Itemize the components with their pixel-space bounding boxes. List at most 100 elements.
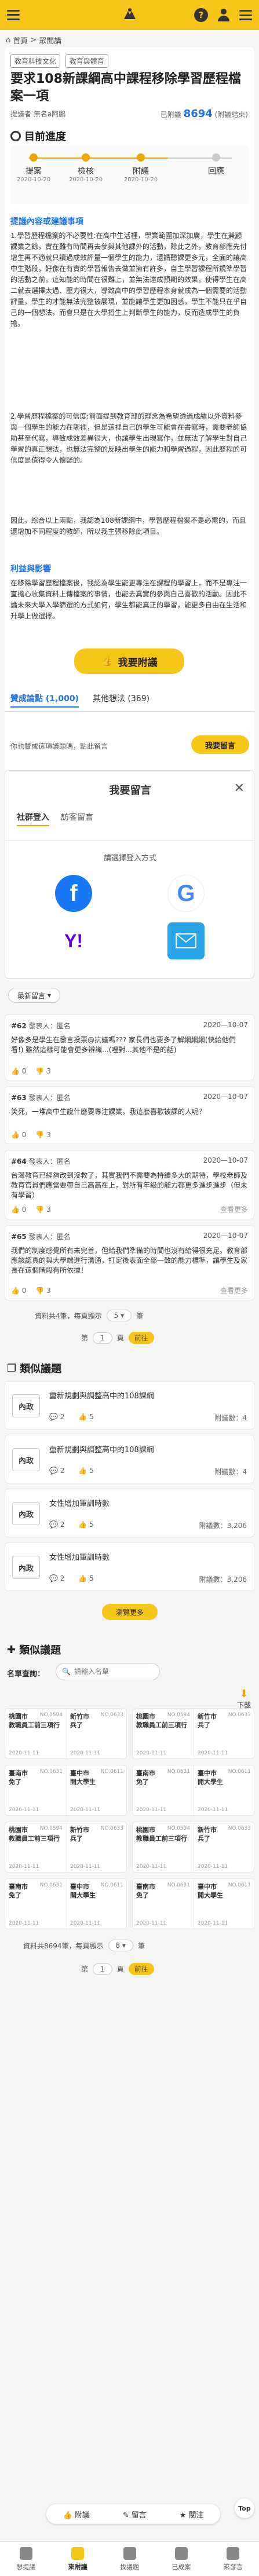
browse-more-button[interactable]: 瀏覽更多: [102, 1604, 158, 1620]
search-input[interactable]: [74, 1668, 149, 1676]
help-icon[interactable]: ?: [194, 8, 208, 22]
hamburger-icon[interactable]: [7, 9, 20, 21]
benefit-paragraph: 在移除學習歷程檔案後，我認為學生能更專注在課程的學習上，而不是專注一直擔心收集資…: [10, 579, 247, 620]
thumb-down-icon[interactable]: 👎 3: [35, 1287, 50, 1295]
similar-card[interactable]: 臺南市 免了 NO.0631 2020-11-11 臺中市 開大學生 NO.0611 2020…: [132, 1878, 254, 1930]
related-item[interactable]: 內政 女性增加軍訓時數 💬 2 👍 5 附議數：3,206: [5, 1542, 254, 1591]
card-number: NO.0633: [100, 1712, 123, 1718]
home-icon[interactable]: ⌂: [6, 36, 10, 45]
go-button[interactable]: 前往: [128, 1332, 154, 1344]
thumb-up-icon[interactable]: 👍 0: [11, 1205, 26, 1214]
category-tag: 內政: [12, 1502, 40, 1525]
tab-agree[interactable]: 贊成論點 (1,000): [10, 692, 79, 708]
search-field[interactable]: 🔍: [56, 1663, 160, 1680]
comment-card: #63 發表人：匿名 2020—10-07 笑死，一堆高中生說什麼要專注課業，我…: [5, 1086, 254, 1144]
go-button[interactable]: 前往: [128, 1963, 154, 1975]
login-tabs: 社群登入 訪客留言: [17, 811, 93, 826]
divider: [5, 711, 254, 712]
per-page-value: 5: [114, 1311, 119, 1320]
comment-action[interactable]: ✎ 留言: [123, 2509, 147, 2520]
related-item[interactable]: 內政 女性增加軍訓時數 💬 2 👍 5 附議數：3,206: [5, 1489, 254, 1537]
see-more-link[interactable]: 查看更多: [220, 1285, 248, 1295]
see-more-link[interactable]: 查看更多: [220, 1204, 248, 1214]
related-item[interactable]: 內政 重新規劃與調整高中的108課綱 💬 2 👍 5 附議數：4: [5, 1381, 254, 1430]
attach-action[interactable]: 👍 附議: [63, 2509, 89, 2520]
pager-total: 資料共4筆，每頁顯示: [35, 1311, 102, 1320]
sort-select[interactable]: 最新留言 ▾: [8, 988, 60, 1003]
related-item[interactable]: 內政 重新規劃與調整高中的108課綱 💬 2 👍 5 附議數：4: [5, 1435, 254, 1483]
comment-count: 2: [60, 1413, 65, 1421]
menu-icon[interactable]: [239, 10, 252, 20]
similar-card[interactable]: 臺南市 免了 NO.0631 2020-11-11 臺中市 開大學生 NO.0611 2020…: [132, 1765, 254, 1816]
divider: [5, 840, 255, 841]
similar-card[interactable]: 桃園市 教職員工前三項行 NO.0594 2020-11-11 新竹市 兵了 NO.0633…: [5, 1822, 127, 1873]
similar-card-pane: 新竹市 兵了 NO.0633 2020-11-11: [66, 1709, 127, 1760]
yahoo-icon[interactable]: Y!: [55, 922, 92, 959]
download-button[interactable]: ⬇ 下載: [237, 1688, 251, 1710]
similar-card[interactable]: 桃園市 教職員工前三項行 NO.0594 2020-11-11 新竹市 兵了 NO.0633…: [132, 1708, 254, 1760]
facebook-icon[interactable]: f: [55, 875, 92, 912]
nav-speak[interactable]: 來發言: [207, 2542, 259, 2576]
thumb-down-icon[interactable]: 👎 3: [35, 1067, 50, 1075]
card-subtitle: 教職員工前三項行: [136, 1835, 187, 1842]
card-date: 2020-11-11: [70, 1807, 101, 1813]
page-input[interactable]: 1: [93, 1963, 112, 1975]
breadcrumb-home[interactable]: 首頁: [13, 35, 28, 46]
attach-button[interactable]: 👍 我要附議: [74, 648, 184, 674]
attach-action-label: 附議: [74, 2511, 90, 2520]
comment-footer: 👍 0 👎 3: [11, 1067, 248, 1075]
search-icon: 🔍: [62, 1668, 71, 1676]
thumb-icon: 👍 5: [78, 1574, 94, 1582]
card-subtitle: 兵了: [70, 1835, 83, 1842]
comment-header: #62 發表人：匿名 2020—10-07: [11, 1021, 248, 1031]
tab-social-login[interactable]: 社群登入: [17, 811, 49, 826]
thumb-down-icon[interactable]: 👎 3: [35, 1131, 50, 1139]
content-heading: 提議內容或建議事項: [10, 217, 83, 226]
user-icon[interactable]: [217, 9, 230, 21]
copy-icon: ❐: [7, 1362, 17, 1375]
google-icon[interactable]: G: [167, 875, 205, 912]
card-date: 2020-11-11: [136, 1921, 167, 1926]
breadcrumb-current[interactable]: 眾開講: [39, 35, 61, 46]
login-subtitle: 請選擇登入方式: [103, 854, 156, 863]
email-icon[interactable]: [167, 922, 205, 959]
card-date: 2020-11-11: [70, 1921, 101, 1926]
tag[interactable]: 教育科技文化: [10, 54, 61, 68]
comment-count: 2: [60, 1520, 65, 1529]
similar-card[interactable]: 桃園市 教職員工前三項行 NO.0594 2020-11-11 新竹市 兵了 NO.0633…: [132, 1822, 254, 1873]
like-count: 5: [89, 1413, 94, 1421]
tab-guest[interactable]: 訪客留言: [61, 811, 93, 826]
back-to-top-button[interactable]: Top: [235, 2498, 254, 2518]
thumb-up-icon[interactable]: 👍 0: [11, 1131, 26, 1139]
nav-propose[interactable]: 想提議: [0, 2542, 52, 2576]
similar-card[interactable]: 臺南市 免了 NO.0631 2020-11-11 臺中市 開大學生 NO.0611 2020…: [5, 1765, 127, 1816]
close-icon[interactable]: ✕: [234, 781, 245, 796]
card-date: 2020-11-11: [198, 1921, 228, 1926]
similar-card[interactable]: 臺南市 免了 NO.0631 2020-11-11 臺中市 開大學生 NO.0611 2020…: [5, 1878, 127, 1930]
page-input[interactable]: 1: [93, 1332, 112, 1344]
comment-body: 笑死，一堆高中生說什麼要專注課業，我這麼喜歡被課的人呢？: [11, 1108, 206, 1116]
follow-action[interactable]: ★ 關注: [180, 2509, 204, 2520]
comment-button[interactable]: 我要留言: [191, 735, 249, 754]
tag[interactable]: 教育與體育: [65, 54, 108, 68]
per-page-select[interactable]: 5 ▾: [106, 1310, 132, 1321]
per-page-select[interactable]: 8 ▾: [108, 1940, 134, 1951]
similar-card-pane: 臺中市 開大學生 NO.0611 2020-11-11: [194, 1879, 254, 1930]
card-number: NO.0594: [39, 1826, 63, 1831]
comment-date: 2020—10-07: [203, 1156, 248, 1164]
nav-established[interactable]: 已成案: [155, 2542, 207, 2576]
similar-card[interactable]: 桃園市 教職員工前三項行 NO.0594 2020-11-11 新竹市 兵了 NO.0633…: [5, 1708, 127, 1760]
comment-footer: 👍 0 👎 3: [11, 1131, 248, 1139]
site-logo[interactable]: [121, 6, 138, 24]
nav-find[interactable]: 找議題: [104, 2542, 155, 2576]
similar-card-pane: 桃園市 教職員工前三項行 NO.0594 2020-11-11: [5, 1822, 66, 1873]
tab-other[interactable]: 其他想法 (369): [93, 692, 149, 708]
thumb-up-icon[interactable]: 👍 0: [11, 1287, 26, 1295]
card-date: 2020-11-11: [70, 1750, 101, 1756]
up-count: 0: [21, 1131, 27, 1139]
nav-attach[interactable]: 來附議: [52, 2542, 103, 2576]
thumb-down-icon[interactable]: 👎 3: [35, 1205, 50, 1214]
thumb-up-icon[interactable]: 👍 0: [11, 1067, 26, 1075]
comment-number: #64: [11, 1157, 27, 1166]
thumb-icon: 👍 5: [78, 1520, 94, 1529]
